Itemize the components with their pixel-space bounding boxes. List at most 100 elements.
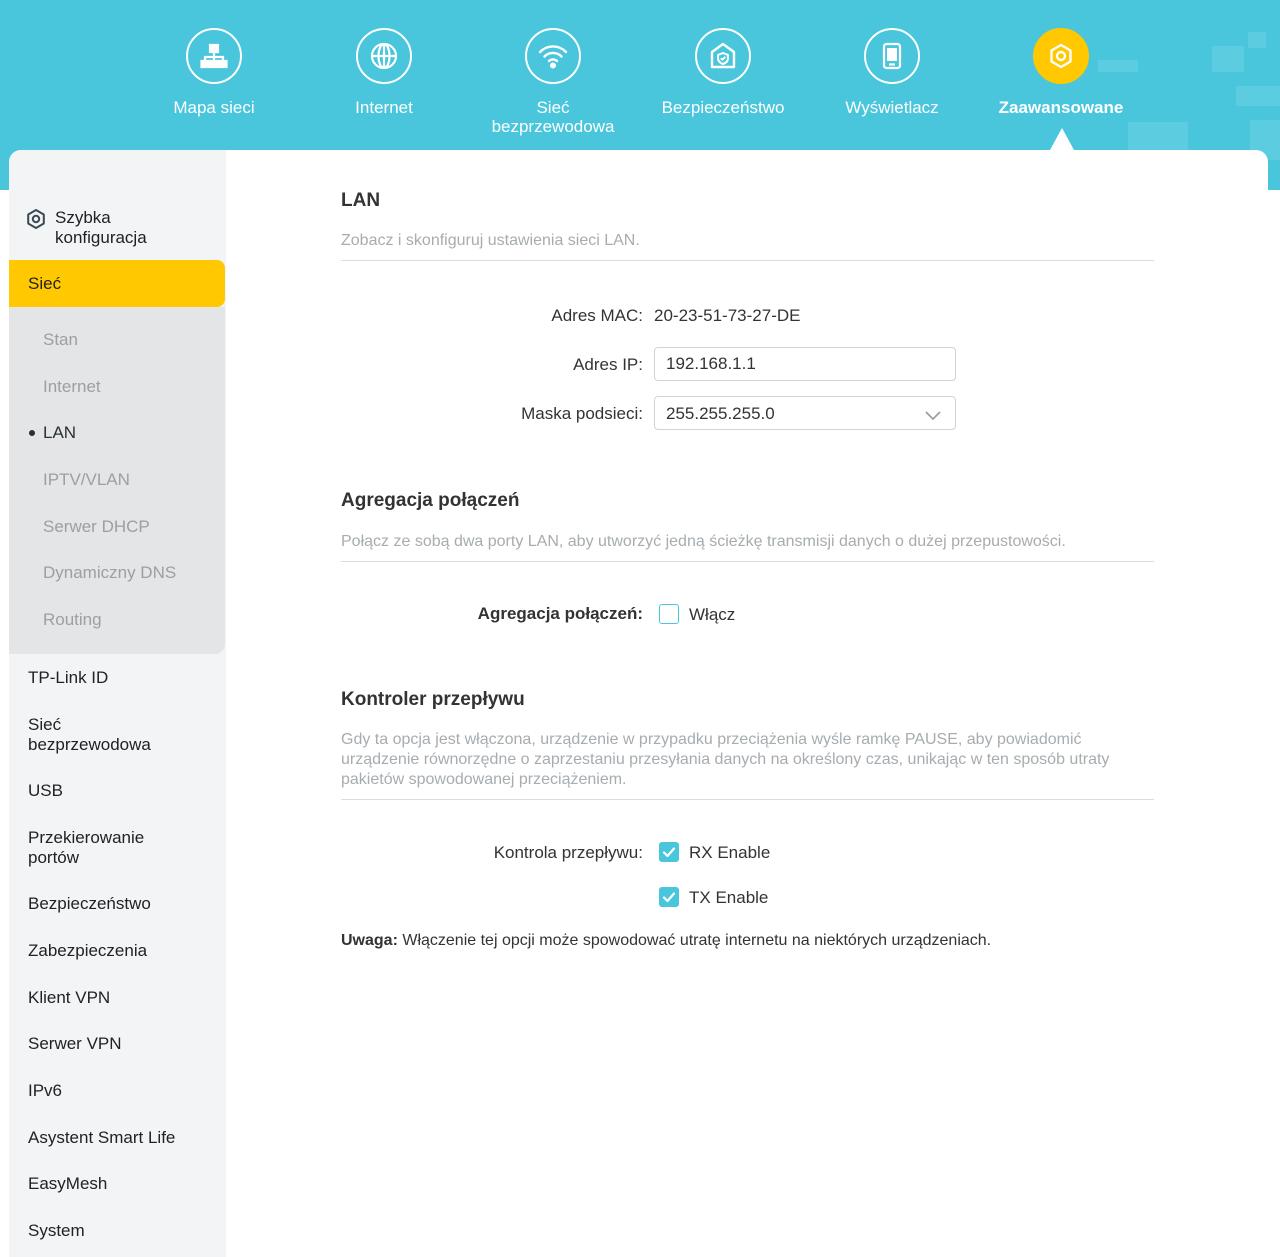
nav-label: Internet xyxy=(355,98,413,117)
submenu-item-ddns[interactable]: Dynamiczny DNS xyxy=(43,563,176,583)
ip-address-input[interactable] xyxy=(654,347,956,381)
sidebar-item-label: System xyxy=(28,1221,85,1240)
submenu-item-dhcp[interactable]: Serwer DHCP xyxy=(43,517,150,537)
sidebar-item-label: IPv6 xyxy=(28,1081,63,1100)
active-tab-pointer xyxy=(1050,128,1074,150)
sidebar-item-ipv6[interactable]: IPv6 xyxy=(28,1081,218,1101)
tx-enable-label[interactable]: TX Enable xyxy=(689,888,768,908)
subnet-mask-value: 255.255.255.0 xyxy=(666,404,775,423)
sidebar-item-tplink-id[interactable]: TP-Link ID xyxy=(28,668,218,688)
globe-icon xyxy=(356,28,412,84)
section-divider xyxy=(341,260,1154,261)
subnet-mask-select[interactable]: 255.255.255.0 xyxy=(654,396,956,430)
sidebar-item-quick-setup[interactable]: Szybka konfiguracja xyxy=(25,208,195,248)
sidebar-item-label: Przekierowanie portów xyxy=(28,828,145,867)
lan-section-description: Zobacz i skonfiguruj ustawienia sieci LA… xyxy=(341,232,640,249)
mac-address-label: Adres MAC: xyxy=(551,306,643,325)
nav-label: Mapa sieci xyxy=(173,98,255,117)
sidebar-item-label: Serwer VPN xyxy=(28,1034,122,1053)
sidebar-item-smart-life[interactable]: Asystent Smart Life xyxy=(28,1128,218,1148)
nav-item-display[interactable]: Wyświetlacz xyxy=(807,28,977,117)
header-decoration xyxy=(1212,46,1244,72)
submenu-label: Serwer DHCP xyxy=(43,517,150,536)
submenu-label: Internet xyxy=(43,377,101,396)
quick-setup-gear-icon xyxy=(25,208,47,235)
chevron-down-icon xyxy=(924,406,942,426)
flow-section-description: Gdy ta opcja jest włączona, urządzenie w… xyxy=(341,731,1110,788)
aggregation-label: Agregacja połączeń: xyxy=(477,604,643,623)
aggregation-enable-checkbox[interactable] xyxy=(659,604,679,624)
rx-enable-label[interactable]: RX Enable xyxy=(689,843,770,863)
sidebar: Szybka konfiguracja Sieć Stan Internet L… xyxy=(9,150,226,1257)
nav-item-security[interactable]: Bezpieczeństwo xyxy=(638,28,808,117)
flow-section-title: Kontroler przepływu xyxy=(341,689,525,710)
submenu-item-routing[interactable]: Routing xyxy=(43,610,102,630)
sidebar-item-vpn-server[interactable]: Serwer VPN xyxy=(28,1034,218,1054)
ip-address-label: Adres IP: xyxy=(573,355,643,374)
sidebar-item-label: Zabezpieczenia xyxy=(28,941,148,960)
content-area: LAN Zobacz i skonfiguruj ustawienia siec… xyxy=(341,150,1155,1257)
sidebar-item-label: Asystent Smart Life xyxy=(28,1128,176,1147)
checkmark-icon xyxy=(662,892,676,903)
sidebar-item-port-forwarding[interactable]: Przekierowanie portów xyxy=(28,828,178,868)
sidebar-item-label: TP-Link ID xyxy=(28,668,109,687)
sidebar-item-label: Klient VPN xyxy=(28,988,111,1007)
header-decoration xyxy=(1236,86,1280,106)
sidebar-item-label: Bezpieczeństwo xyxy=(28,894,151,913)
nav-label: Wyświetlacz xyxy=(845,98,939,117)
nav-item-advanced[interactable]: Zaawansowane xyxy=(976,28,1146,117)
submenu-item-iptv[interactable]: IPTV/VLAN xyxy=(43,470,130,490)
sidebar-item-protection[interactable]: Zabezpieczenia xyxy=(28,941,218,961)
checkmark-icon xyxy=(662,847,676,858)
section-divider xyxy=(341,799,1154,800)
sidebar-item-wireless[interactable]: Sieć bezprzewodowa xyxy=(28,715,178,755)
submenu-label: Stan xyxy=(43,330,78,349)
submenu-label: Dynamiczny DNS xyxy=(43,563,177,582)
header-decoration xyxy=(1248,32,1266,48)
aggregation-enable-label[interactable]: Włącz xyxy=(689,605,735,625)
nav-label: Sieć bezprzewodowa xyxy=(491,98,615,136)
sidebar-item-network[interactable]: Sieć xyxy=(9,260,225,307)
subnet-mask-label: Maska podsieci: xyxy=(521,404,643,423)
gear-icon xyxy=(1033,28,1089,84)
sidebar-item-label: Szybka konfiguracja xyxy=(55,208,147,247)
submenu-item-status[interactable]: Stan xyxy=(43,330,78,350)
submenu-label: LAN xyxy=(43,423,77,442)
nav-item-network-map[interactable]: Mapa sieci xyxy=(129,28,299,117)
submenu-label: Routing xyxy=(43,610,102,629)
sidebar-item-system[interactable]: System xyxy=(28,1221,218,1241)
note-prefix: Uwaga: xyxy=(341,932,398,949)
sidebar-item-vpn-client[interactable]: Klient VPN xyxy=(28,988,218,1008)
warning-note: Uwaga: Włączenie tej opcji może spowodow… xyxy=(341,932,991,950)
sidebar-item-security[interactable]: Bezpieczeństwo xyxy=(28,894,218,914)
shield-home-icon xyxy=(695,28,751,84)
sidebar-item-label: Sieć xyxy=(28,274,62,293)
sidebar-item-easymesh[interactable]: EasyMesh xyxy=(28,1174,218,1194)
network-map-icon xyxy=(186,28,242,84)
nav-item-internet[interactable]: Internet xyxy=(299,28,469,117)
sidebar-submenu: Stan Internet LAN IPTV/VLAN Serwer DHCP … xyxy=(9,307,225,654)
nav-item-wireless[interactable]: Sieć bezprzewodowa xyxy=(468,28,638,136)
submenu-label: IPTV/VLAN xyxy=(43,470,130,489)
note-text: Włączenie tej opcji może spowodować utra… xyxy=(397,932,992,949)
aggregation-section-title: Agregacja połączeń xyxy=(341,490,520,511)
main-panel: Szybka konfiguracja Sieć Stan Internet L… xyxy=(9,150,1268,1257)
sidebar-item-label: EasyMesh xyxy=(28,1174,108,1193)
sidebar-item-label: USB xyxy=(28,781,63,800)
rx-enable-checkbox[interactable] xyxy=(659,842,679,862)
active-bullet-icon xyxy=(29,430,35,436)
aggregation-section-description: Połącz ze sobą dwa porty LAN, aby utworz… xyxy=(341,533,1066,550)
tx-enable-checkbox[interactable] xyxy=(659,887,679,907)
lan-section-title: LAN xyxy=(341,190,381,211)
sidebar-item-usb[interactable]: USB xyxy=(28,781,218,801)
submenu-item-lan[interactable]: LAN xyxy=(29,423,77,443)
nav-label: Zaawansowane xyxy=(998,98,1124,117)
sidebar-item-label: Sieć bezprzewodowa xyxy=(28,715,151,754)
submenu-item-internet[interactable]: Internet xyxy=(43,377,101,397)
wifi-icon xyxy=(525,28,581,84)
mac-address-value: 20-23-51-73-27-DE xyxy=(654,306,801,325)
nav-label: Bezpieczeństwo xyxy=(661,98,785,117)
display-icon xyxy=(864,28,920,84)
flow-control-label: Kontrola przepływu: xyxy=(493,843,643,862)
section-divider xyxy=(341,561,1154,562)
